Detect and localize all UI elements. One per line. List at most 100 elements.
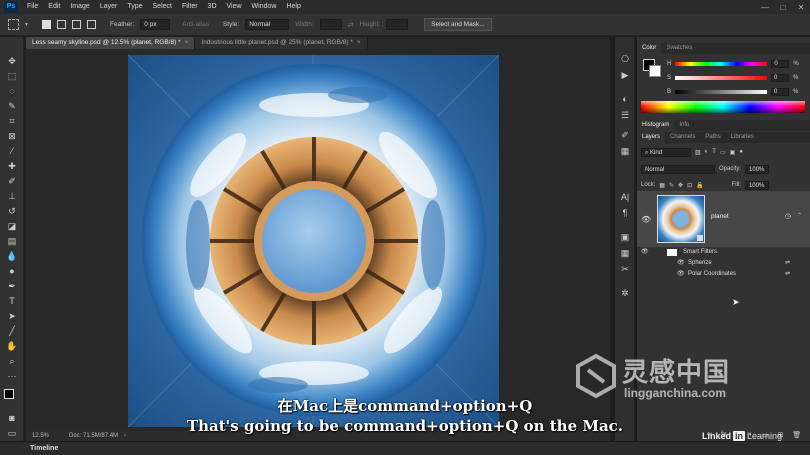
brightness-gradient[interactable]	[675, 89, 768, 94]
menu-filter[interactable]: Filter	[177, 0, 203, 14]
layer-row-planet[interactable]: 👁 planet ◷ ⌃	[637, 191, 810, 247]
maximize-button[interactable]: □	[774, 3, 792, 12]
tab-swatches[interactable]: Swatches	[661, 43, 697, 54]
lock-pixels-icon[interactable]: ✎	[669, 182, 674, 189]
libraries-icon[interactable]: ▣	[619, 231, 631, 243]
brush-icon[interactable]: ✐	[5, 175, 19, 187]
eraser-icon[interactable]: ◪	[5, 220, 19, 232]
document-canvas-image[interactable]	[128, 55, 499, 427]
pixel-filter-icon[interactable]: ▨	[695, 149, 701, 156]
lock-transparent-icon[interactable]: ▦	[659, 182, 665, 189]
lock-all-icon[interactable]: 🔒	[696, 182, 703, 189]
paragraph-panel-icon[interactable]: ¶	[619, 207, 631, 219]
eye-icon[interactable]: 👁	[641, 247, 649, 258]
frame-icon[interactable]: ⊠	[5, 130, 19, 142]
adjustments-panel-icon[interactable]: ◐	[619, 93, 631, 105]
blur-icon[interactable]: 💧	[5, 250, 19, 262]
menu-file[interactable]: File	[22, 0, 43, 14]
menu-window[interactable]: Window	[247, 0, 282, 14]
lock-artboard-icon[interactable]: ⊡	[687, 182, 692, 189]
style-select[interactable]: Normal	[245, 19, 290, 30]
adjustment-filter-icon[interactable]: ◐	[705, 149, 709, 155]
select-and-mask-button[interactable]: Select and Mask...	[424, 18, 492, 31]
layer-name[interactable]: planet	[711, 213, 729, 220]
history-brush-icon[interactable]: ↺	[5, 205, 19, 217]
type-filter-icon[interactable]: T	[712, 149, 716, 155]
healing-brush-icon[interactable]: ✚	[5, 160, 19, 172]
properties-panel-icon[interactable]: ☰	[619, 109, 631, 121]
lock-position-icon[interactable]: ✥	[678, 182, 683, 189]
menu-edit[interactable]: Edit	[43, 0, 65, 14]
line-tool-icon[interactable]: ╱	[5, 325, 19, 337]
feather-input[interactable]: 0 px	[140, 19, 171, 30]
type-tool-icon[interactable]: T	[5, 295, 19, 307]
swatches-grid-icon[interactable]: ▦	[619, 247, 631, 259]
hue-value[interactable]: 0	[771, 59, 790, 68]
brightness-slider[interactable]: B 0 %	[667, 87, 798, 96]
smart-object-filter-icon[interactable]: ▣	[730, 149, 736, 156]
menu-layer[interactable]: Layer	[95, 0, 123, 14]
blend-mode-select[interactable]: Normal	[641, 164, 715, 174]
hue-slider[interactable]: H 0 %	[667, 59, 799, 68]
menu-type[interactable]: Type	[122, 0, 147, 14]
smart-filter-indicator-icon[interactable]: ◷	[785, 212, 791, 220]
menu-3d[interactable]: 3D	[203, 0, 222, 14]
eye-icon[interactable]: 👁	[677, 269, 685, 280]
shape-filter-icon[interactable]: ▭	[720, 149, 726, 156]
close-icon[interactable]: ×	[357, 39, 361, 46]
menu-image[interactable]: Image	[65, 0, 94, 14]
filter-options-icon[interactable]: ⇌	[785, 258, 790, 269]
gradient-icon[interactable]: ▤	[5, 235, 19, 247]
hue-gradient[interactable]	[675, 61, 768, 66]
menu-view[interactable]: View	[222, 0, 247, 14]
antialias-checkbox[interactable]: Anti-alias	[182, 21, 209, 28]
crop-icon[interactable]: ⌗	[5, 115, 19, 127]
dodge-icon[interactable]: ●	[5, 265, 19, 277]
move-tool-icon[interactable]: ✥	[5, 55, 19, 67]
intersect-selection-icon[interactable]	[87, 20, 97, 29]
eyedropper-icon[interactable]: ⁄	[5, 145, 19, 157]
add-selection-icon[interactable]	[57, 20, 67, 29]
brush-panel-icon[interactable]: ✐	[619, 129, 631, 141]
tab-libraries[interactable]: Libraries	[726, 132, 759, 143]
tools-cross-icon[interactable]: ✂	[619, 263, 631, 275]
tab-info[interactable]: Info	[674, 120, 694, 131]
opacity-input[interactable]: 100%	[745, 164, 770, 174]
filter-options-icon[interactable]: ⇌	[785, 269, 790, 280]
smart-filters-row[interactable]: 👁 Smart Filters	[637, 247, 810, 258]
hand-icon[interactable]: ✋	[5, 340, 19, 352]
lasso-icon[interactable]: ◌	[5, 85, 19, 97]
brush-settings-icon[interactable]: ▦	[619, 145, 631, 157]
close-icon[interactable]: ×	[185, 39, 189, 46]
marquee-tool-icon[interactable]	[8, 19, 19, 30]
height-input[interactable]	[386, 19, 409, 30]
tab-histogram[interactable]: Histogram	[637, 120, 675, 131]
actions-panel-icon[interactable]: ▶	[619, 69, 631, 81]
doc-tab-industrious[interactable]: Industrious little planet.psd @ 25% (pla…	[195, 37, 368, 49]
eye-icon[interactable]: 👁	[641, 215, 651, 224]
minimize-button[interactable]: —	[756, 3, 774, 12]
new-selection-icon[interactable]	[42, 20, 52, 29]
filter-toggle-icon[interactable]: ●	[739, 149, 743, 155]
filter-kind-select[interactable]: ⌕ Kind	[641, 147, 691, 157]
tab-channels[interactable]: Channels	[665, 132, 700, 143]
tab-paths[interactable]: Paths	[700, 132, 725, 143]
character-panel-icon[interactable]: A|	[619, 191, 631, 203]
menu-select[interactable]: Select	[148, 0, 177, 14]
tab-color[interactable]: Color	[637, 43, 662, 54]
chevron-up-icon[interactable]: ⌃	[797, 212, 802, 219]
bg-swatch[interactable]	[649, 65, 661, 77]
brightness-value[interactable]: 0	[771, 87, 790, 96]
quick-select-icon[interactable]: ✎	[5, 100, 19, 112]
history-panel-icon[interactable]: ⎔	[619, 53, 631, 65]
zoom-icon[interactable]: ⌕	[5, 355, 19, 367]
timeline-panel-tab[interactable]: Timeline	[0, 441, 810, 455]
color-spectrum-ramp[interactable]	[641, 101, 805, 113]
path-select-icon[interactable]: ➤	[5, 310, 19, 322]
filter-mask-thumb[interactable]	[667, 249, 677, 256]
fill-input[interactable]: 100%	[744, 180, 769, 190]
more-tools-icon[interactable]: ···	[5, 370, 19, 382]
swap-icon[interactable]: ⇄	[348, 21, 354, 29]
gear-icon[interactable]: ✲	[619, 287, 631, 299]
rectangular-marquee-icon[interactable]: ⬚	[5, 70, 19, 82]
